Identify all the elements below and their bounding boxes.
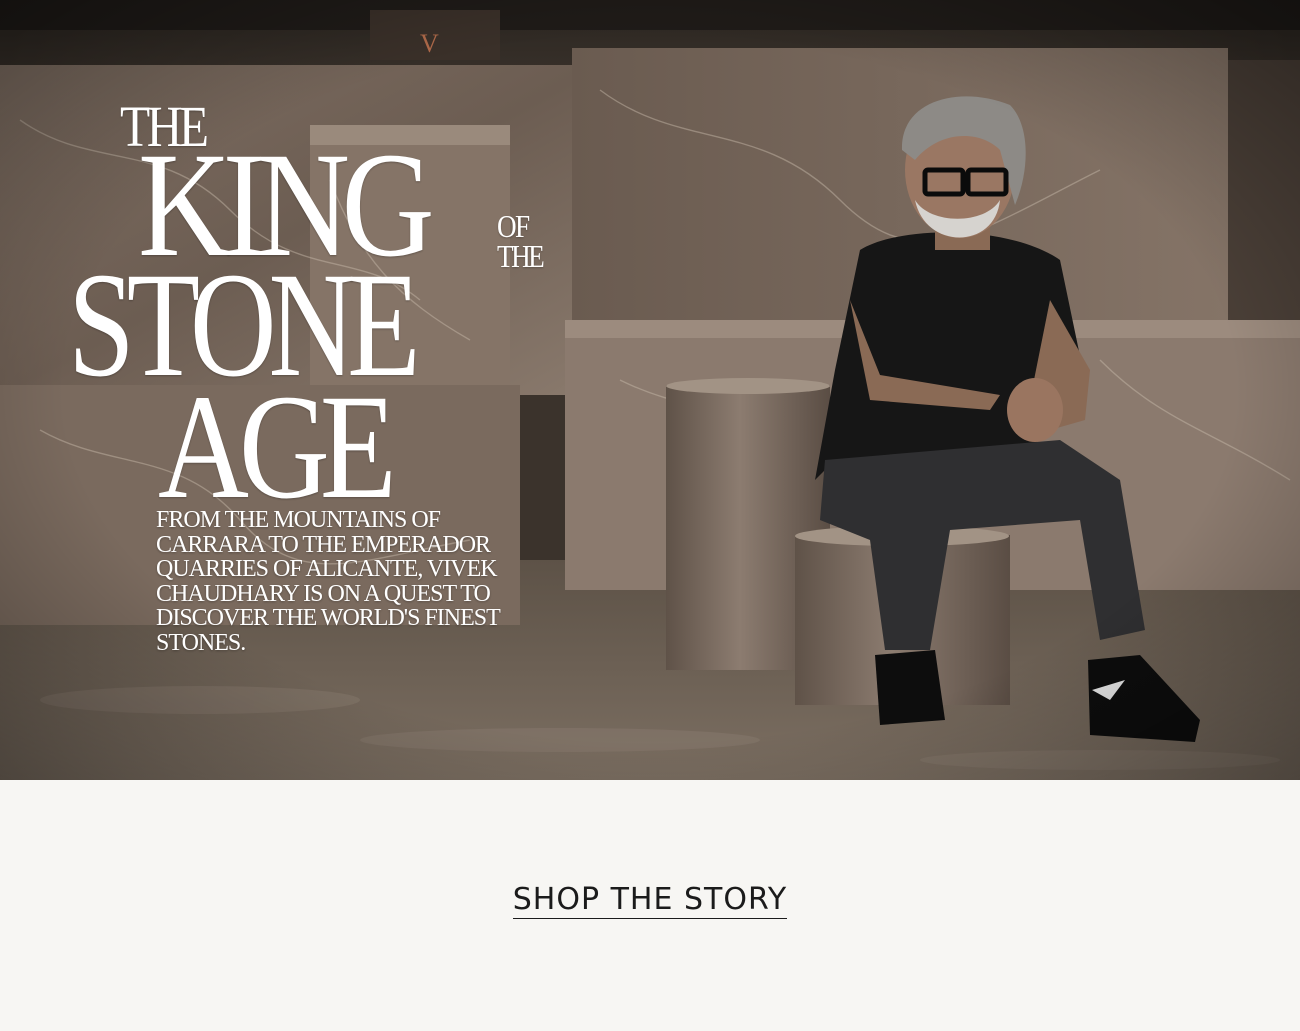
shop-the-story-link[interactable]: SHOP THE STORY	[512, 882, 788, 919]
hero-banner[interactable]: V	[0, 0, 1300, 780]
hero-headline: THE KING OF THE STONE AGE	[60, 90, 580, 530]
headline-word-age: AGE	[158, 364, 397, 530]
page: V	[0, 0, 1300, 1031]
cta-section: SHOP THE STORY	[0, 780, 1300, 1031]
hero-deck-text: FROM THE MOUNTAINS OF CARRARA TO THE EMP…	[156, 507, 500, 656]
headline-word-the-2: THE	[497, 238, 545, 274]
